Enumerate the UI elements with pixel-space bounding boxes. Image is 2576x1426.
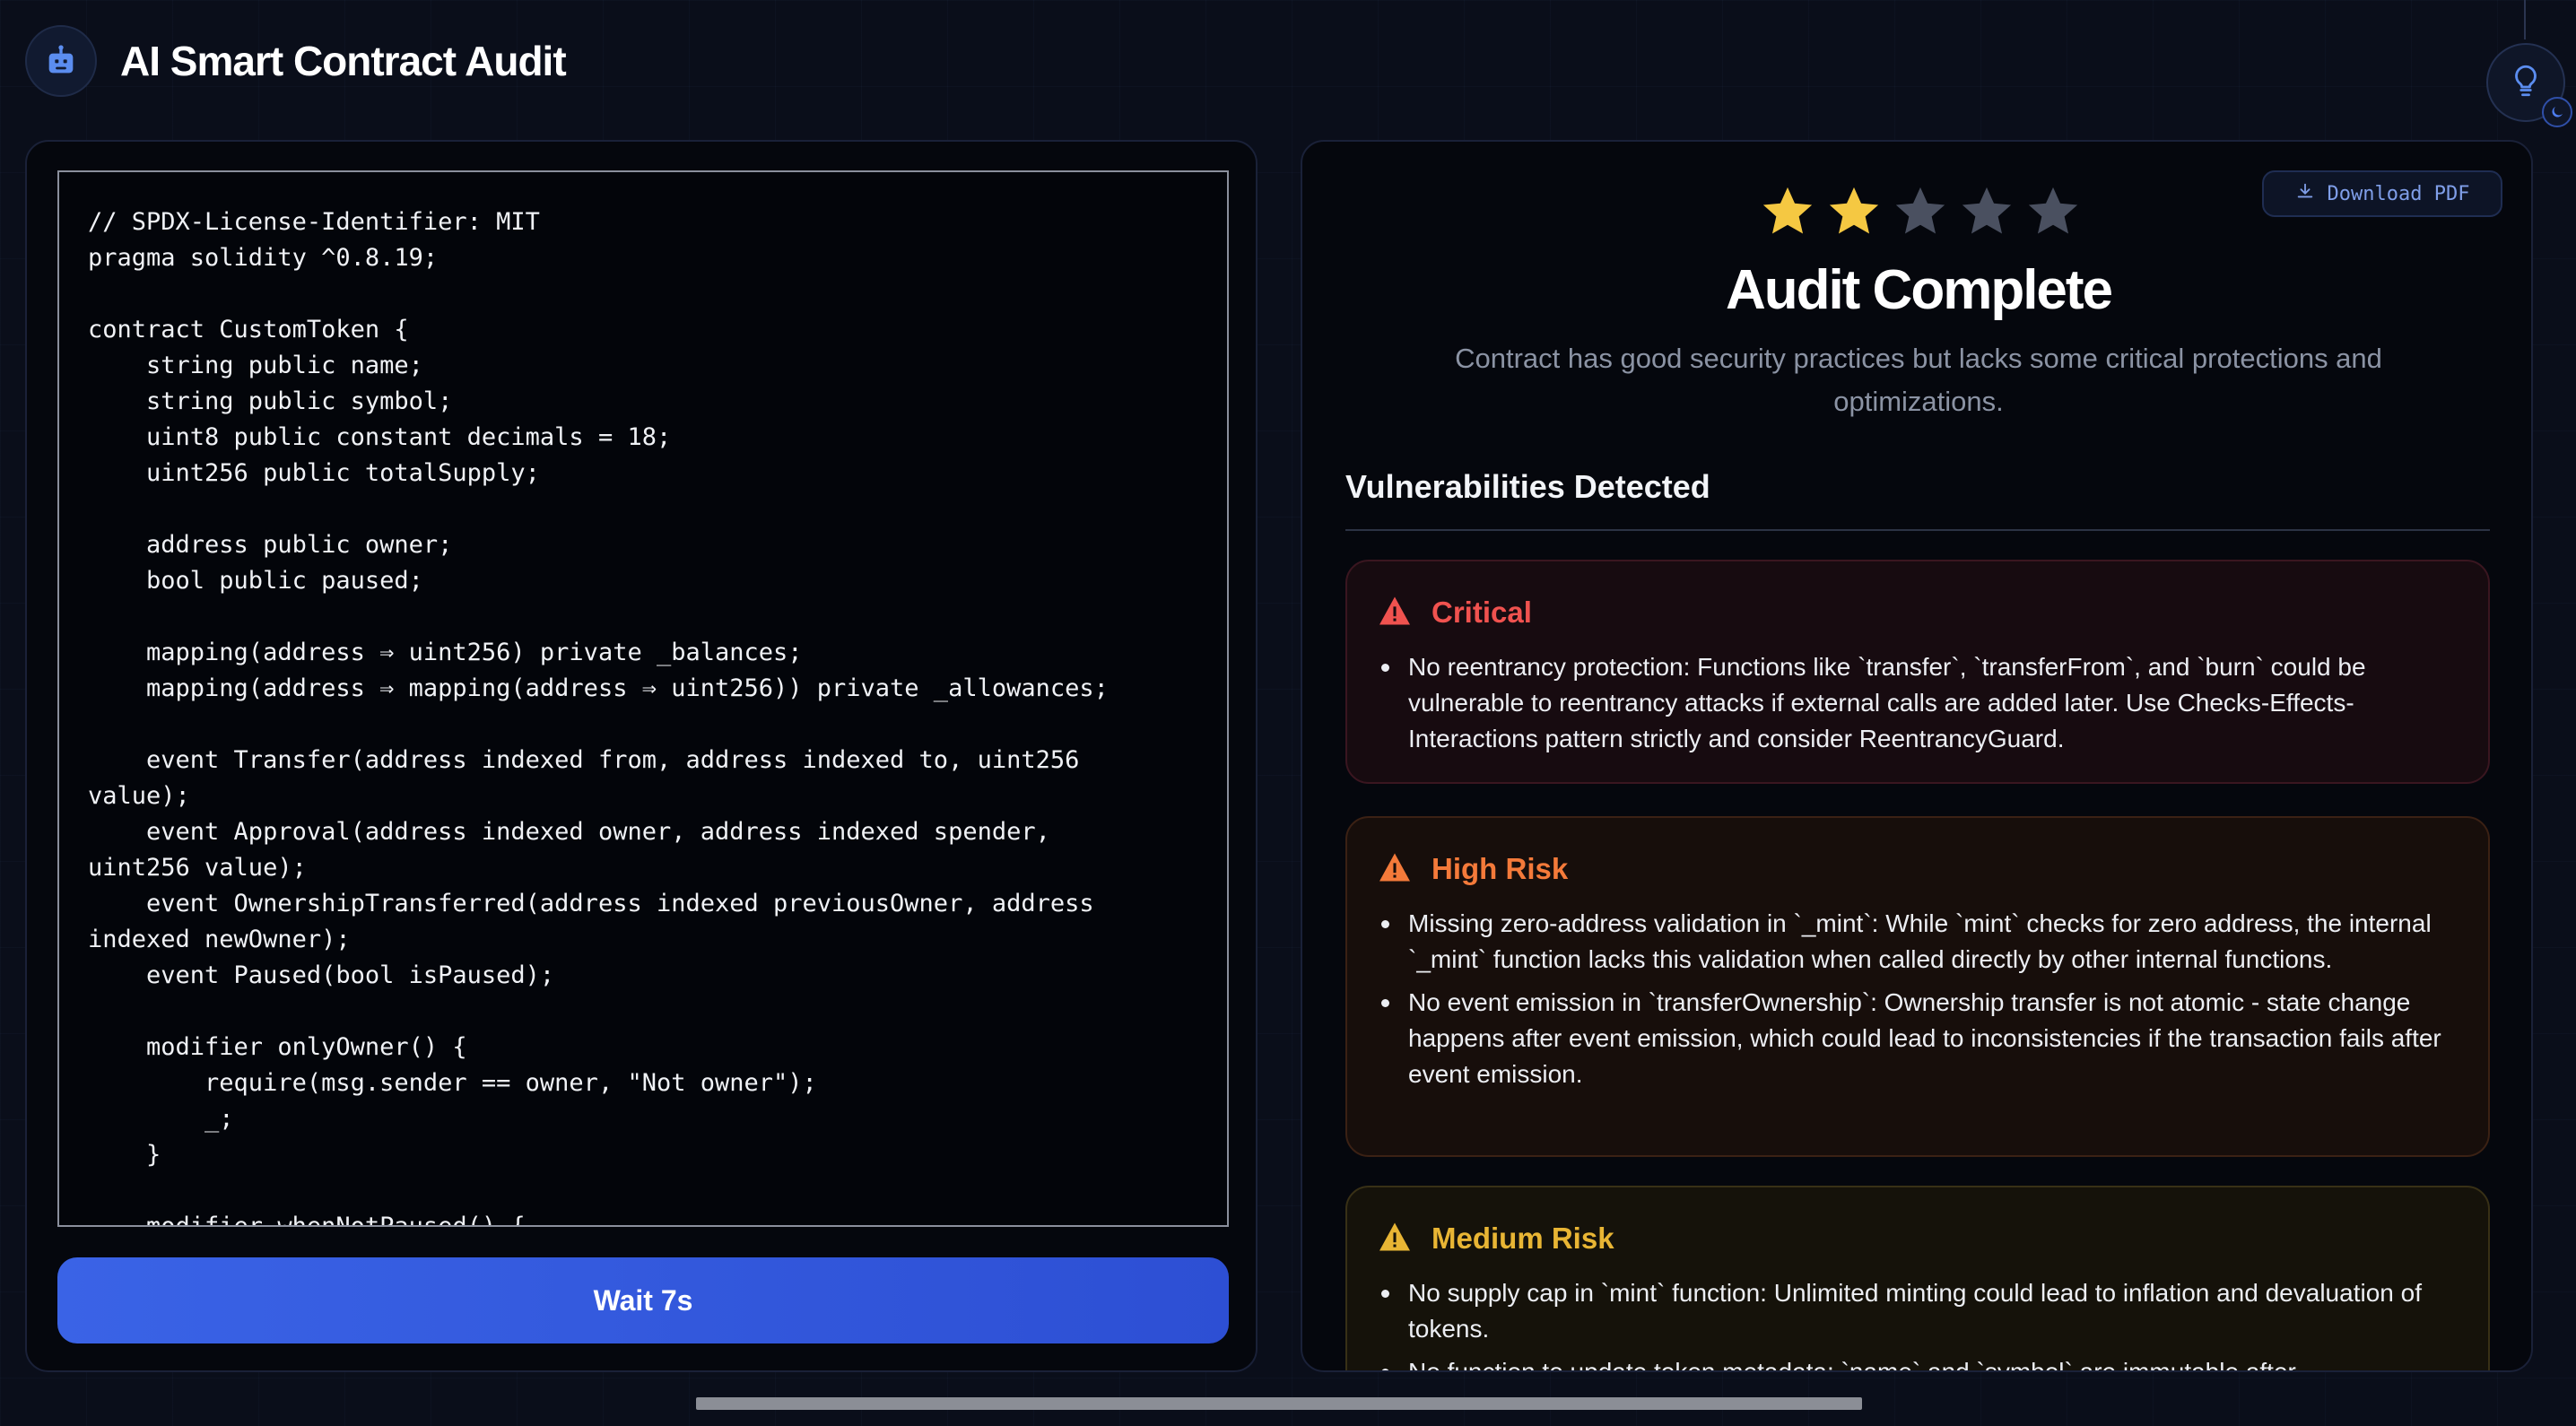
contract-code: // SPDX-License-Identifier: MIT pragma s… [88,208,1109,1227]
vuln-list: No reentrancy protection: Functions like… [1378,649,2458,757]
robot-icon [25,25,97,97]
vuln-card-critical: Critical No reentrancy protection: Funct… [1345,560,2490,784]
star-empty-icon [1893,185,1948,239]
list-item: No function to update token metadata: `n… [1378,1354,2458,1370]
vuln-card-medium-risk: Medium Risk No supply cap in `mint` func… [1345,1186,2490,1370]
lightbulb-icon [2507,62,2545,104]
list-item: No supply cap in `mint` function: Unlimi… [1378,1275,2458,1347]
star-empty-icon [2025,185,2081,239]
moon-icon [2542,97,2572,127]
star-empty-icon [1959,185,2015,239]
list-item: No reentrancy protection: Functions like… [1378,649,2458,757]
contract-code-editor[interactable]: // SPDX-License-Identifier: MIT pragma s… [57,170,1229,1227]
star-filled-icon [1826,185,1882,239]
app-header: AI Smart Contract Audit [25,23,567,99]
vuln-card-title: Critical [1432,596,1532,629]
audit-summary: Contract has good security practices but… [1455,343,2382,417]
star-filled-icon [1760,185,1815,239]
warning-icon [1378,852,1412,887]
theme-toggle-cord [2524,0,2526,39]
vulnerabilities-heading: Vulnerabilities Detected [1345,468,1710,505]
page-title: AI Smart Contract Audit [120,38,567,84]
audit-wait-button[interactable]: Wait 7s [57,1257,1229,1343]
code-panel: // SPDX-License-Identifier: MIT pragma s… [25,140,1258,1372]
horizontal-scrollbar[interactable] [696,1397,1862,1410]
list-item: Missing zero-address validation in `_min… [1378,906,2458,978]
vuln-list: Missing zero-address validation in `_min… [1378,906,2458,1092]
download-icon [2295,181,2315,206]
warning-icon [1378,596,1412,630]
list-item: No event emission in `transferOwnership`… [1378,985,2458,1092]
vuln-card-high-risk: High Risk Missing zero-address validatio… [1345,816,2490,1157]
vuln-list: No supply cap in `mint` function: Unlimi… [1378,1275,2458,1370]
section-divider [1345,529,2490,531]
download-pdf-label: Download PDF [2327,182,2470,205]
rating-stars [1760,185,2081,239]
vuln-card-title: High Risk [1432,852,1569,885]
vuln-card-title: Medium Risk [1432,1222,1614,1255]
download-pdf-button[interactable]: Download PDF [2262,170,2502,217]
warning-icon [1378,1222,1412,1256]
audit-status-title: Audit Complete [1725,259,2113,321]
audit-report-panel: Download PDF Audit Complete Contract has… [1301,140,2533,1372]
